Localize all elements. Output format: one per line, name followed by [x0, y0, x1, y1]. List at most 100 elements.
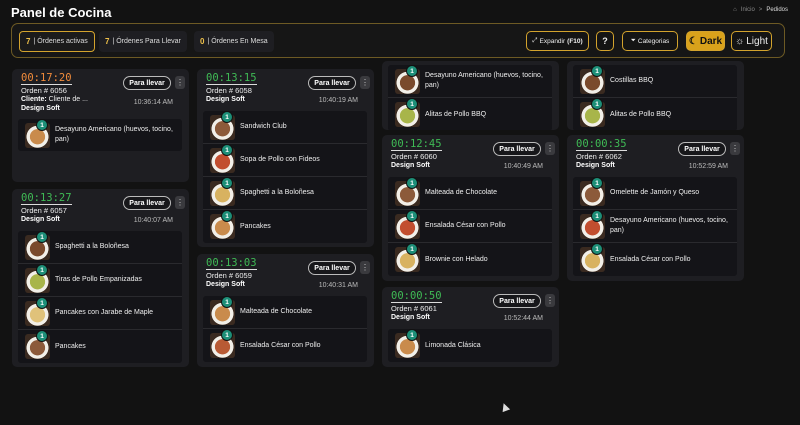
item-name: Limonada Clásica — [425, 341, 481, 349]
stat-count: 0 — [200, 37, 205, 46]
order-item[interactable]: 1 Brownie con Helado — [388, 243, 552, 276]
order-card: 00:13:27 Orden # 6057 10:40:07 AM Design So… — [12, 189, 189, 367]
order-card: 00:00:50 Orden # 6061 10:52:44 AM Design So… — [382, 287, 559, 367]
order-items-list: 1 Desayuno Americano (huevos, tocino, pan… — [388, 65, 552, 130]
order-timer: 00:12:45 — [391, 138, 442, 151]
order-items-list: 1 Desayuno Americano (huevos, tocino, pan… — [18, 119, 182, 151]
more-options-icon[interactable]: ⋮ — [545, 294, 555, 307]
item-name: Sandwich Club — [240, 123, 287, 130]
order-timer: 00:13:27 — [21, 192, 72, 205]
dark-mode-button[interactable]: ☾ Dark — [686, 31, 725, 51]
light-mode-button[interactable]: ☼ Light — [731, 31, 772, 51]
stat-table-orders[interactable]: 0 | Órdenes En Mesa — [194, 31, 274, 52]
categories-button[interactable]: ⏷ Categorias — [622, 31, 678, 51]
top-bar: Panel de Cocina ⌂ Inicio > Pedidos — [0, 0, 800, 22]
moon-icon: ☾ — [688, 35, 698, 47]
order-item[interactable]: 1 Pancakes — [203, 210, 367, 243]
order-item[interactable]: 1 Limonada Clásica — [388, 329, 552, 362]
more-options-icon[interactable]: ⋮ — [360, 261, 370, 274]
order-item[interactable]: 1 Spaghetti a la Boloñesa — [18, 231, 182, 264]
order-item[interactable]: 1 Costillas BBQ — [573, 65, 737, 98]
item-name: Sopa de Pollo con Fideos — [240, 156, 320, 163]
quantity-badge: 1 — [221, 177, 233, 189]
order-item[interactable]: 1 Ensalada César con Pollo — [388, 210, 552, 243]
item-name: Costillas BBQ — [610, 77, 654, 84]
order-card-continued: 1 Costillas BBQ 1 Alitas de Pollo BBQ — [567, 61, 744, 130]
item-name: Desayuno Americano (huevos, tocino, pan) — [610, 217, 728, 234]
more-options-icon[interactable]: ⋮ — [730, 142, 740, 155]
order-item[interactable]: 1 Desayuno Americano (huevos, tocino, pan… — [573, 210, 737, 243]
order-item[interactable]: 1 Sandwich Club — [203, 111, 367, 144]
mouse-cursor — [499, 401, 511, 413]
order-time: 10:52:59 AM — [688, 163, 728, 170]
order-item[interactable]: 1 Desayuno Americano (huevos, tocino, pan… — [388, 65, 552, 98]
order-card: 00:00:35 Orden # 6062 10:52:59 AM Design So… — [567, 135, 744, 281]
order-item[interactable]: 1 Sopa de Pollo con Fideos — [203, 144, 367, 177]
takeaway-button[interactable]: Para llevar — [123, 196, 171, 210]
order-item[interactable]: 1 Malteada de Chocolate — [388, 177, 552, 210]
order-card: 00:13:03 Orden # 6059 10:40:31 AM Design So… — [197, 254, 374, 367]
item-name: Ensalada César con Pollo — [610, 255, 691, 263]
more-options-icon[interactable]: ⋮ — [545, 142, 555, 155]
item-name: Alitas de Pollo BBQ — [610, 110, 672, 118]
stat-label: | Órdenes Para Llevar — [112, 38, 181, 45]
quantity-badge: 1 — [406, 98, 418, 110]
order-timer: 00:13:03 — [206, 257, 257, 270]
order-card-continued: 1 Desayuno Americano (huevos, tocino, pan… — [382, 61, 559, 130]
item-name: Malteada de Chocolate — [240, 308, 312, 315]
more-options-icon[interactable]: ⋮ — [175, 76, 185, 89]
order-item[interactable]: 1 Pancakes con Jarabe de Maple — [18, 297, 182, 330]
expand-button[interactable]: ⤢ Expandir (F10) — [526, 31, 589, 51]
order-item[interactable]: 1 Ensalada César con Pollo — [573, 243, 737, 276]
order-items-list: 1 Omelette de Jamón y Queso 1 Desayuno Amer… — [573, 177, 737, 276]
client-label: Cliente: — [21, 96, 47, 103]
order-number: Orden # 6058 — [206, 86, 252, 95]
order-company: Design Soft — [206, 281, 245, 288]
takeaway-button[interactable]: Para llevar — [308, 76, 356, 90]
order-item[interactable]: 1 Ensalada César con Pollo — [203, 329, 367, 362]
order-company: Design Soft — [21, 216, 60, 223]
order-item[interactable]: 1 Pancakes — [18, 330, 182, 363]
filter-icon: ⏷ — [630, 37, 636, 44]
order-number: Orden # 6059 — [206, 271, 252, 280]
home-icon[interactable]: ⌂ — [733, 7, 737, 13]
quantity-badge: 1 — [36, 297, 48, 309]
order-number: Orden # 6062 — [576, 152, 622, 161]
quantity-badge: 1 — [591, 243, 603, 255]
quantity-badge: 1 — [36, 264, 48, 276]
quantity-badge: 1 — [406, 65, 418, 77]
order-card: 00:17:20 Orden # 6056 Cliente: Cliente de … — [12, 69, 189, 182]
quantity-badge: 1 — [406, 210, 418, 222]
order-item[interactable]: 1 Omelette de Jamón y Queso — [573, 177, 737, 210]
more-options-icon[interactable]: ⋮ — [360, 76, 370, 89]
order-item[interactable]: 1 Alitas de Pollo BBQ — [388, 98, 552, 130]
breadcrumb: ⌂ Inicio > Pedidos — [733, 7, 788, 13]
more-options-icon[interactable]: ⋮ — [175, 196, 185, 209]
order-items-list: 1 Costillas BBQ 1 Alitas de Pollo BBQ — [573, 65, 737, 130]
quantity-badge: 1 — [406, 177, 418, 189]
order-item[interactable]: 1 Desayuno Americano (huevos, tocino, pan… — [18, 119, 182, 151]
order-item[interactable]: 1 Spaghetti a la Boloñesa — [203, 177, 367, 210]
takeaway-button[interactable]: Para llevar — [123, 76, 171, 90]
takeaway-button[interactable]: Para llevar — [493, 294, 541, 308]
order-company: Design Soft — [206, 96, 245, 103]
order-number: Orden # 6060 — [391, 152, 437, 161]
order-item[interactable]: 1 Tiras de Pollo Empanizadas — [18, 264, 182, 297]
order-item[interactable]: 1 Alitas de Pollo BBQ — [573, 98, 737, 130]
takeaway-button[interactable]: Para llevar — [308, 261, 356, 275]
takeaway-button[interactable]: Para llevar — [493, 142, 541, 156]
order-item[interactable]: 1 Malteada de Chocolate — [203, 296, 367, 329]
order-time: 10:40:07 AM — [133, 217, 173, 224]
order-number: Orden # 6061 — [391, 304, 437, 313]
stat-takeaway-orders[interactable]: 7 | Órdenes Para Llevar — [99, 31, 187, 52]
help-button[interactable]: ? — [596, 31, 614, 51]
order-client: Cliente: Cliente de ... — [21, 96, 88, 103]
expand-label: Expandir — [539, 37, 566, 45]
quantity-badge: 1 — [406, 329, 418, 341]
breadcrumb-home[interactable]: Inicio — [741, 7, 755, 13]
item-name: Spaghetti a la Boloñesa — [240, 189, 314, 196]
stat-count: 7 — [105, 37, 110, 46]
light-label: Light — [746, 35, 768, 47]
takeaway-button[interactable]: Para llevar — [678, 142, 726, 156]
stat-active-orders[interactable]: 7 | Órdenes activas — [19, 31, 95, 52]
